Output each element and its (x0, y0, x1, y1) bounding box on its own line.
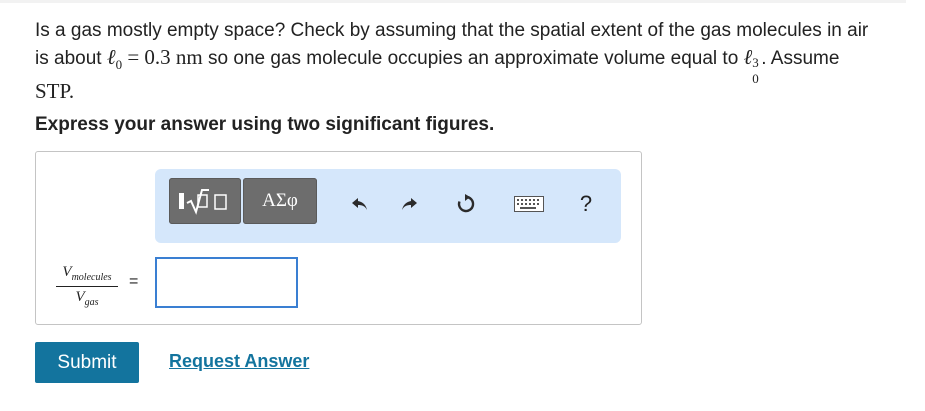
submit-button[interactable]: Submit (35, 342, 139, 383)
reset-button[interactable] (455, 193, 477, 215)
question-line-3: STP. (35, 79, 75, 104)
question-line-2: is about ℓ0 = 0.3 nm so one gas molecule… (35, 44, 905, 86)
ratio-numerator: Vmolecules (56, 264, 118, 287)
answer-panel: ΑΣφ ? Vmolecules Vgas = (35, 151, 642, 325)
reset-icon (457, 194, 475, 213)
math-toolbar: ΑΣφ ? (155, 169, 621, 243)
ratio-denominator: Vgas (75, 289, 99, 308)
equals-sign: = (129, 273, 139, 290)
redo-button[interactable] (398, 193, 420, 215)
templates-button[interactable] (169, 178, 241, 224)
keyboard-icon (514, 196, 544, 212)
question-line-1: Is a gas mostly empty space? Check by as… (35, 20, 869, 41)
top-divider (0, 0, 906, 3)
question-line-2-start: is about (35, 48, 102, 69)
ratio-label: Vmolecules Vgas (56, 264, 118, 308)
question-line-2-end: . Assume (761, 48, 840, 69)
instruction-text: Express your answer using two significan… (35, 114, 495, 135)
undo-icon (352, 198, 367, 210)
help-button[interactable]: ? (575, 191, 597, 216)
ell-zero-expression: ℓ0 = 0.3 nm (106, 45, 203, 73)
undo-button[interactable] (349, 193, 371, 215)
ell-zero-cubed: ℓ30 (743, 45, 759, 86)
keyboard-button[interactable] (513, 193, 545, 215)
question-line-2-middle: so one gas molecule occupies an approxim… (208, 48, 739, 69)
answer-input[interactable] (155, 257, 298, 308)
symbols-button[interactable]: ΑΣφ (243, 178, 317, 224)
question-text: Is a gas mostly empty space? Check by as… (35, 18, 905, 104)
templates-radical-icon (179, 189, 227, 215)
redo-icon (402, 198, 417, 210)
request-answer-link[interactable]: Request Answer (169, 351, 309, 372)
